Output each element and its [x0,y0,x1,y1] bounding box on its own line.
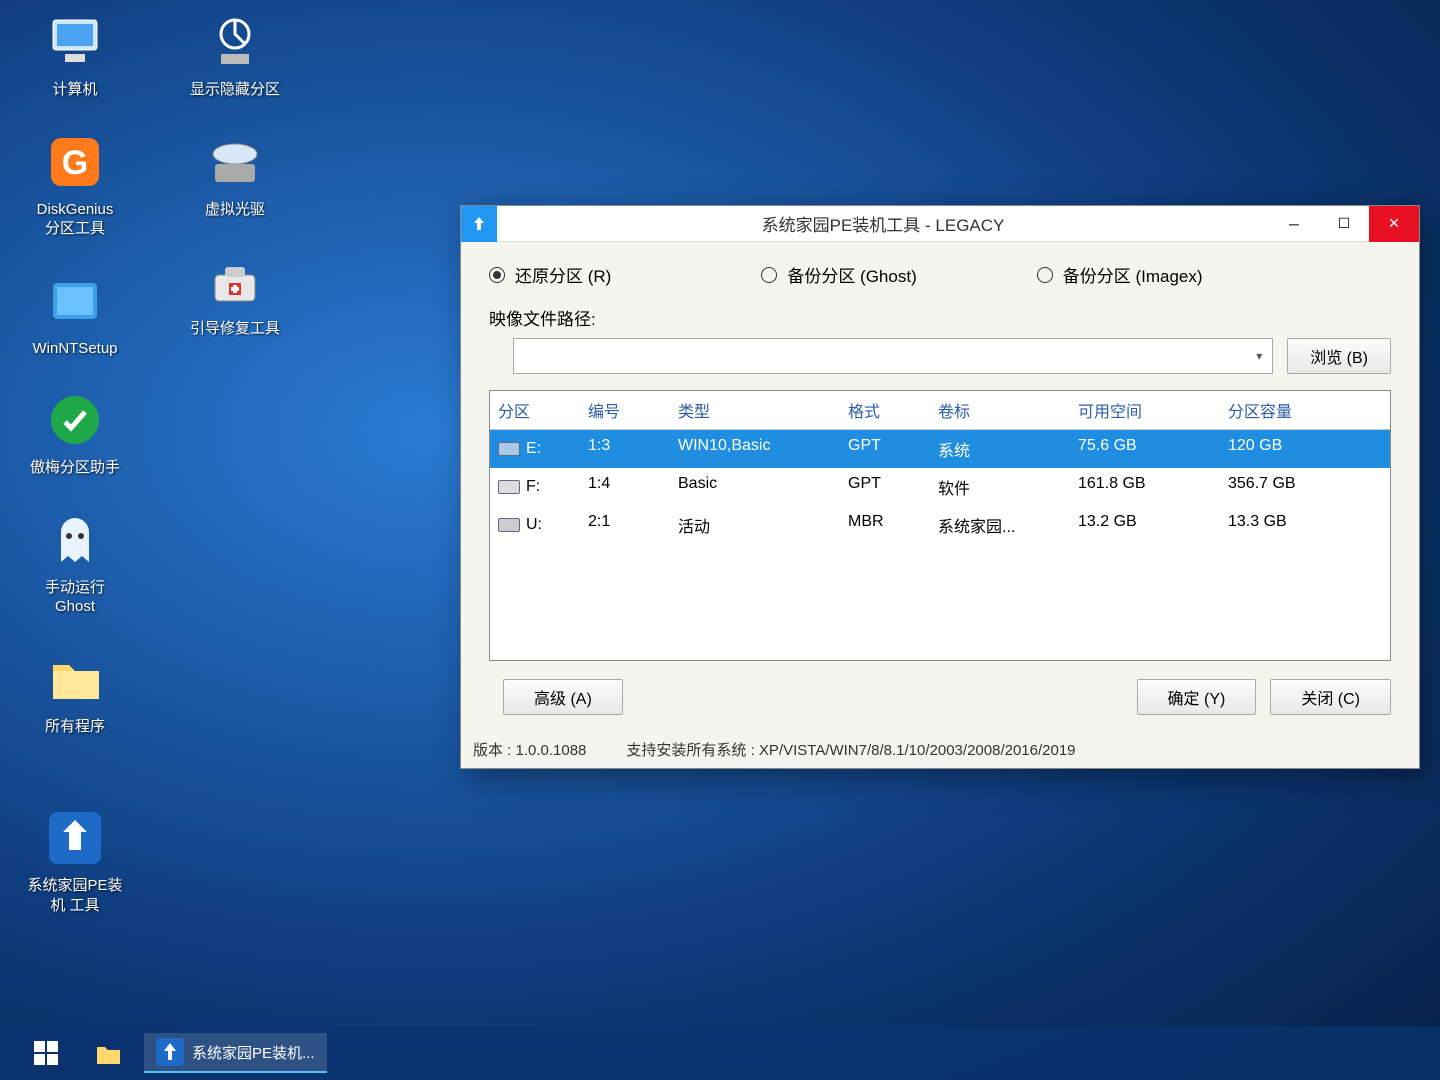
desktop-icon-boot-repair[interactable]: 引导修复工具 [180,249,290,339]
pe-tool-icon [43,806,107,870]
desktop-col-2: 显示隐藏分区 虚拟光驱 引导修复工具 [180,10,290,915]
pe-tool-icon [156,1038,184,1066]
path-label: 映像文件路径: [489,305,596,330]
table-body: E: 1:3 WIN10,Basic GPT 系统 75.6 GB 120 GB… [490,430,1390,660]
start-button[interactable] [20,1033,72,1073]
desktop-label: 傲梅分区助手 [20,458,130,478]
table-row[interactable]: E: 1:3 WIN10,Basic GPT 系统 75.6 GB 120 GB [490,430,1390,468]
radio-restore[interactable]: 还原分区 (R) [489,262,611,287]
image-path-row: 映像文件路径: [489,305,1391,330]
taskbar-label: 系统家园PE装机... [192,1042,315,1063]
radio-backup-ghost[interactable]: 备份分区 (Ghost) [761,262,916,287]
maximize-button[interactable]: ☐ [1319,206,1369,242]
desktop-label: 系统家园PE装 机 工具 [20,876,130,915]
svg-text:G: G [62,144,88,182]
radio-backup-imagex[interactable]: 备份分区 (Imagex) [1037,262,1203,287]
image-path-select[interactable]: ▾ [513,338,1273,374]
window-controls: ─ ☐ ✕ [1269,206,1419,242]
desktop-label: 显示隐藏分区 [180,80,290,100]
desktop-label: 手动运行 Ghost [20,578,130,617]
partition-icon [207,14,263,70]
taskbar-explorer[interactable] [82,1033,134,1073]
computer-icon [47,14,103,70]
taskbar-pe-tool[interactable]: 系统家园PE装机... [144,1033,327,1073]
desktop-icon-diskgenius[interactable]: G DiskGenius 分区工具 [20,130,130,239]
desktop-label: DiskGenius 分区工具 [20,200,130,239]
aomei-icon [47,392,103,448]
desktop-icon-ghost[interactable]: 手动运行 Ghost [20,508,130,617]
ok-button[interactable]: 确定 (Y) [1137,679,1257,715]
toolbox-icon [207,253,263,309]
windows-icon [32,1039,60,1067]
desktop-icon-allprograms[interactable]: 所有程序 [20,647,130,737]
button-row: 高级 (A) 确定 (Y) 关闭 (C) [489,679,1391,715]
drive-icon [498,518,520,532]
titlebar[interactable]: 系统家园PE装机工具 - LEGACY ─ ☐ ✕ [461,206,1419,242]
table-row[interactable]: U: 2:1 活动 MBR 系统家园... 13.2 GB 13.3 GB [490,506,1390,544]
desktop-icon-hidden-partition[interactable]: 显示隐藏分区 [180,10,290,100]
taskbar[interactable]: 系统家园PE装机... [0,1026,1440,1080]
pe-tool-window: 系统家园PE装机工具 - LEGACY ─ ☐ ✕ 还原分区 (R) 备份分区 … [460,205,1420,769]
drive-icon [498,442,520,456]
desktop-icon-computer[interactable]: 计算机 [20,10,130,100]
mode-radio-row: 还原分区 (R) 备份分区 (Ghost) 备份分区 (Imagex) [489,262,1391,287]
desktop-icons: 计算机 G DiskGenius 分区工具 WinNTSetup 傲梅分区助手 … [20,10,290,915]
advanced-button[interactable]: 高级 (A) [503,679,623,715]
desktop-icon-aomei[interactable]: 傲梅分区助手 [20,388,130,478]
desktop-icon-pe-tool[interactable]: 系统家园PE装 机 工具 [20,806,130,915]
desktop-label: 引导修复工具 [180,319,290,339]
diskgenius-icon: G [47,134,103,190]
desktop-col-1: 计算机 G DiskGenius 分区工具 WinNTSetup 傲梅分区助手 … [20,10,130,915]
cd-icon [207,134,263,190]
ghost-icon [47,512,103,568]
support-label: 支持安装所有系统 : XP/VISTA/WIN7/8/8.1/10/2003/2… [626,739,1075,760]
drive-icon [498,480,520,494]
browse-button[interactable]: 浏览 (B) [1287,338,1391,374]
app-icon [461,206,497,242]
minimize-button[interactable]: ─ [1269,206,1319,242]
partition-table: 分区 编号 类型 格式 卷标 可用空间 分区容量 E: 1:3 WIN10,Ba… [489,390,1391,661]
table-header: 分区 编号 类型 格式 卷标 可用空间 分区容量 [490,391,1390,430]
close-button[interactable]: ✕ [1369,206,1419,242]
window-footer: 版本 : 1.0.0.1088 支持安装所有系统 : XP/VISTA/WIN7… [461,733,1419,768]
version-label: 版本 : 1.0.0.1088 [473,739,586,760]
table-row[interactable]: F: 1:4 Basic GPT 软件 161.8 GB 356.7 GB [490,468,1390,506]
desktop-label: 所有程序 [20,717,130,737]
desktop-icon-winntsetup[interactable]: WinNTSetup [20,269,130,359]
desktop-label: 虚拟光驱 [180,200,290,220]
chevron-down-icon: ▾ [1256,349,1262,363]
winntsetup-icon [47,273,103,329]
close-button-bottom[interactable]: 关闭 (C) [1270,679,1391,715]
window-title: 系统家园PE装机工具 - LEGACY [497,211,1269,236]
window-content: 还原分区 (R) 备份分区 (Ghost) 备份分区 (Imagex) 映像文件… [461,242,1419,715]
desktop-label: 计算机 [20,80,130,100]
folder-icon [47,651,103,707]
folder-icon [94,1039,122,1067]
image-path-controls: ▾ 浏览 (B) [489,338,1391,374]
desktop-icon-virtual-cd[interactable]: 虚拟光驱 [180,130,290,220]
desktop-label: WinNTSetup [20,339,130,359]
